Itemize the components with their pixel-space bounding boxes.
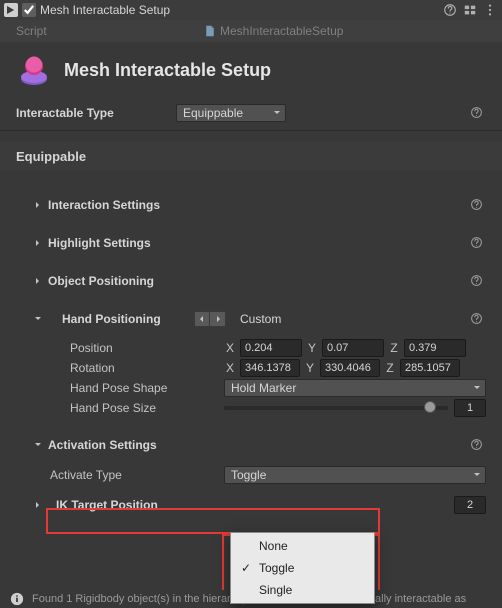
divider xyxy=(0,130,502,131)
slider-thumb[interactable] xyxy=(424,401,436,413)
help-icon[interactable] xyxy=(468,310,484,326)
foldout-caret-icon xyxy=(34,441,44,449)
component-title-row: Mesh Interactable Setup xyxy=(0,42,502,102)
rotation-row: Rotation X Y Z xyxy=(70,358,486,378)
component-icon xyxy=(4,3,18,17)
interactable-type-row: Interactable Type Equippable xyxy=(16,102,486,124)
hand-pose-size-row: Hand Pose Size xyxy=(70,398,486,418)
position-row: Position X Y Z xyxy=(70,338,486,358)
highlight-settings-foldout[interactable]: Highlight Settings xyxy=(34,232,486,254)
popup-option-single[interactable]: Single xyxy=(231,579,374,601)
activate-type-popup: None ✓ Toggle Single xyxy=(230,532,375,604)
foldout-caret-icon xyxy=(34,277,44,285)
help-icon[interactable] xyxy=(468,234,484,250)
hand-positioning-stepper[interactable] xyxy=(194,311,226,327)
interactable-type-label: Interactable Type xyxy=(16,106,176,120)
component-logo-icon xyxy=(16,52,52,88)
rotation-x-input[interactable] xyxy=(240,359,300,377)
foldout-caret-icon xyxy=(34,201,44,209)
position-x-input[interactable] xyxy=(240,339,302,357)
chevron-down-icon xyxy=(473,381,481,395)
inspector-header: Mesh Interactable Setup xyxy=(0,0,502,20)
hand-pose-size-slider[interactable] xyxy=(224,406,448,410)
popup-option-toggle[interactable]: ✓ Toggle xyxy=(231,557,374,579)
help-icon[interactable] xyxy=(468,196,484,212)
chevron-down-icon xyxy=(473,468,481,482)
interactable-type-dropdown[interactable]: Equippable xyxy=(176,104,286,122)
hand-positioning-foldout[interactable]: Hand Positioning Custom xyxy=(34,308,486,330)
activate-type-row: Activate Type Toggle xyxy=(50,464,486,486)
popup-option-none[interactable]: None xyxy=(231,535,374,557)
hand-pose-shape-dropdown[interactable]: Hold Marker xyxy=(224,379,486,397)
prev-button[interactable] xyxy=(194,311,210,327)
help-icon[interactable] xyxy=(468,104,484,120)
presets-icon[interactable] xyxy=(462,2,478,18)
component-enabled-checkbox[interactable] xyxy=(22,3,36,17)
help-icon[interactable] xyxy=(468,272,484,288)
component-title-text: Mesh Interactable Setup xyxy=(64,60,271,81)
rotation-y-input[interactable] xyxy=(320,359,380,377)
object-positioning-foldout[interactable]: Object Positioning xyxy=(34,270,486,292)
hand-pose-shape-row: Hand Pose Shape Hold Marker xyxy=(70,378,486,398)
script-label: Script xyxy=(16,24,196,38)
help-icon[interactable] xyxy=(442,2,458,18)
check-icon: ✓ xyxy=(239,561,253,575)
ik-target-count-input[interactable] xyxy=(454,496,486,514)
equippable-section-title: Equippable xyxy=(0,141,502,170)
position-y-input[interactable] xyxy=(322,339,384,357)
component-header-title: Mesh Interactable Setup xyxy=(40,3,438,17)
hand-pose-size-input[interactable] xyxy=(454,399,486,417)
foldout-caret-icon xyxy=(34,315,44,323)
kebab-menu-icon[interactable] xyxy=(482,2,498,18)
help-icon[interactable] xyxy=(468,436,484,452)
next-button[interactable] xyxy=(210,311,226,327)
rotation-z-input[interactable] xyxy=(400,359,460,377)
activation-settings-foldout[interactable]: Activation Settings xyxy=(34,434,486,456)
foldout-caret-icon xyxy=(34,501,44,509)
info-icon xyxy=(10,592,24,606)
script-value: MeshInteractableSetup xyxy=(204,24,343,38)
ik-target-position-foldout[interactable]: IK Target Position xyxy=(34,494,486,516)
position-z-input[interactable] xyxy=(404,339,466,357)
foldout-caret-icon xyxy=(34,239,44,247)
chevron-down-icon xyxy=(273,106,281,120)
script-file-icon xyxy=(204,25,216,37)
script-row: Script MeshInteractableSetup xyxy=(0,20,502,42)
interaction-settings-foldout[interactable]: Interaction Settings xyxy=(34,194,486,216)
activate-type-dropdown[interactable]: Toggle xyxy=(224,466,486,484)
